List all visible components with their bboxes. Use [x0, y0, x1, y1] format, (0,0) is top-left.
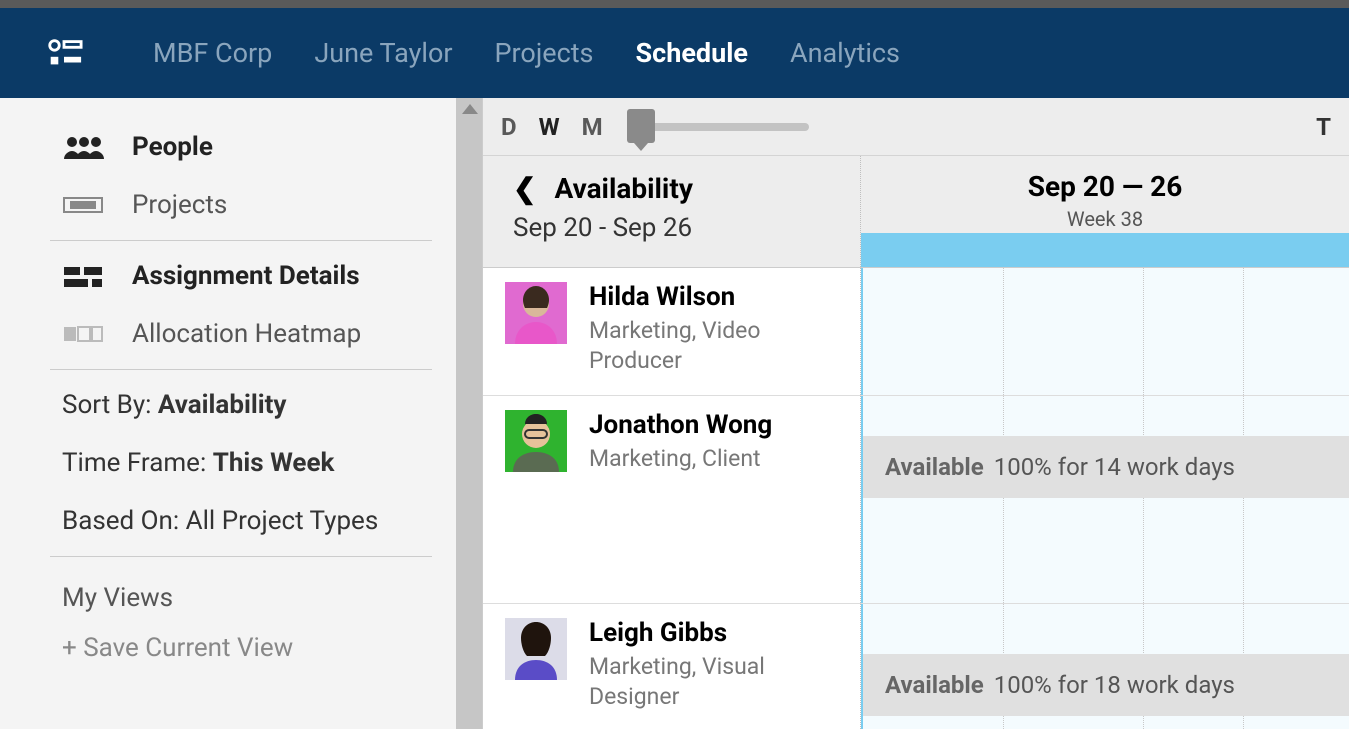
subheader: ❮ Availability Sep 20 - Sep 26 Sep 20 — …	[483, 156, 1349, 268]
sidebar-people-label: People	[132, 132, 213, 162]
person-info[interactable]: Leigh Gibbs Marketing, Visual Designer	[483, 604, 861, 729]
zoom-slider[interactable]	[629, 123, 809, 131]
sidebar-assignment-details[interactable]: Assignment Details	[62, 247, 452, 305]
people-list: Hilda Wilson Marketing, Video Producer J…	[483, 268, 1349, 729]
filter-sort-label: Sort By:	[62, 390, 158, 420]
availability-percent: 100%	[994, 671, 1052, 699]
projects-icon	[62, 193, 104, 217]
person-info[interactable]: Jonathon Wong Marketing, Client	[483, 396, 861, 603]
my-views-heading: My Views	[62, 563, 452, 623]
availability-range: Sep 20 - Sep 26	[513, 213, 838, 243]
nav-projects[interactable]: Projects	[495, 37, 594, 69]
nav-analytics[interactable]: Analytics	[790, 37, 900, 69]
availability-label: Available	[885, 671, 984, 699]
sidebar-projects[interactable]: Projects	[62, 176, 452, 234]
nav-schedule[interactable]: Schedule	[636, 37, 748, 69]
filter-based-on[interactable]: Based On: All Project Types	[62, 492, 452, 550]
scroll-up-icon	[462, 104, 478, 114]
availability-label: Available	[885, 453, 984, 481]
filter-timeframe-value: This Week	[213, 448, 335, 478]
app-header: MBF Corp June Taylor Projects Schedule A…	[0, 0, 1349, 98]
nav-user[interactable]: June Taylor	[314, 37, 452, 69]
filter-time-frame[interactable]: Time Frame: This Week	[62, 434, 452, 492]
week-title: Sep 20 — 26	[861, 156, 1349, 203]
person-row: Hilda Wilson Marketing, Video Producer	[483, 268, 1349, 396]
availability-title: Availability	[554, 172, 692, 205]
sidebar-allocation-heatmap-label: Allocation Heatmap	[132, 319, 361, 349]
availability-bar[interactable]: Available 100% for 18 work days	[863, 654, 1349, 716]
app-logo-icon	[45, 34, 83, 72]
nav-org[interactable]: MBF Corp	[153, 37, 272, 69]
availability-percent: 100%	[994, 453, 1052, 481]
save-current-view[interactable]: + Save Current View	[62, 623, 452, 673]
content-area: D W M T Aug 16 Aug 23 Aug 30 ❮ Availabil…	[482, 98, 1349, 729]
person-info[interactable]: Hilda Wilson Marketing, Video Producer	[483, 268, 861, 395]
assignment-details-icon	[62, 264, 104, 288]
current-week-band	[861, 233, 1349, 267]
sidebar-scrollbar[interactable]	[456, 98, 482, 729]
sidebar-projects-label: Projects	[132, 190, 227, 220]
avatar	[505, 410, 567, 472]
person-role: Marketing, Client	[589, 444, 772, 474]
filter-basedon-label: Based On: All Project Types	[62, 506, 378, 536]
person-name: Jonathon Wong	[589, 410, 772, 440]
people-icon	[62, 135, 104, 159]
filter-timeframe-label: Time Frame:	[62, 448, 213, 478]
person-role: Marketing, Video Producer	[589, 316, 838, 376]
person-timeline[interactable]	[861, 268, 1349, 395]
availability-duration: for 14 work days	[1058, 453, 1235, 481]
time-controls: D W M T Aug 16 Aug 23 Aug 30	[483, 98, 1349, 156]
filter-sort-by[interactable]: Sort By: Availability	[62, 376, 452, 434]
sidebar-allocation-heatmap[interactable]: Allocation Heatmap	[62, 305, 452, 363]
avatar	[505, 282, 567, 344]
person-name: Leigh Gibbs	[589, 618, 838, 648]
sidebar-assignment-details-label: Assignment Details	[132, 261, 360, 291]
week-subtitle: Week 38	[861, 207, 1349, 231]
person-role: Marketing, Visual Designer	[589, 652, 838, 712]
zoom-slider-handle[interactable]	[627, 109, 655, 143]
today-button[interactable]: T	[1316, 113, 1331, 141]
filter-sort-value: Availability	[158, 390, 287, 420]
zoom-month[interactable]: M	[582, 113, 603, 141]
person-row: Leigh Gibbs Marketing, Visual Designer A…	[483, 604, 1349, 729]
sidebar: People Projects Assignment Details	[0, 98, 482, 729]
person-timeline[interactable]: Available 100% for 18 work days	[861, 604, 1349, 729]
avatar	[505, 618, 567, 680]
sidebar-people[interactable]: People	[62, 118, 452, 176]
person-row: Jonathon Wong Marketing, Client Availabl…	[483, 396, 1349, 604]
back-chevron-icon[interactable]: ❮	[513, 172, 536, 205]
allocation-heatmap-icon	[62, 322, 104, 346]
zoom-week[interactable]: W	[539, 113, 560, 141]
availability-bar[interactable]: Available 100% for 14 work days	[863, 436, 1349, 498]
person-timeline[interactable]: Available 100% for 14 work days	[861, 396, 1349, 603]
zoom-day[interactable]: D	[501, 113, 517, 141]
availability-duration: for 18 work days	[1058, 671, 1235, 699]
person-name: Hilda Wilson	[589, 282, 838, 312]
